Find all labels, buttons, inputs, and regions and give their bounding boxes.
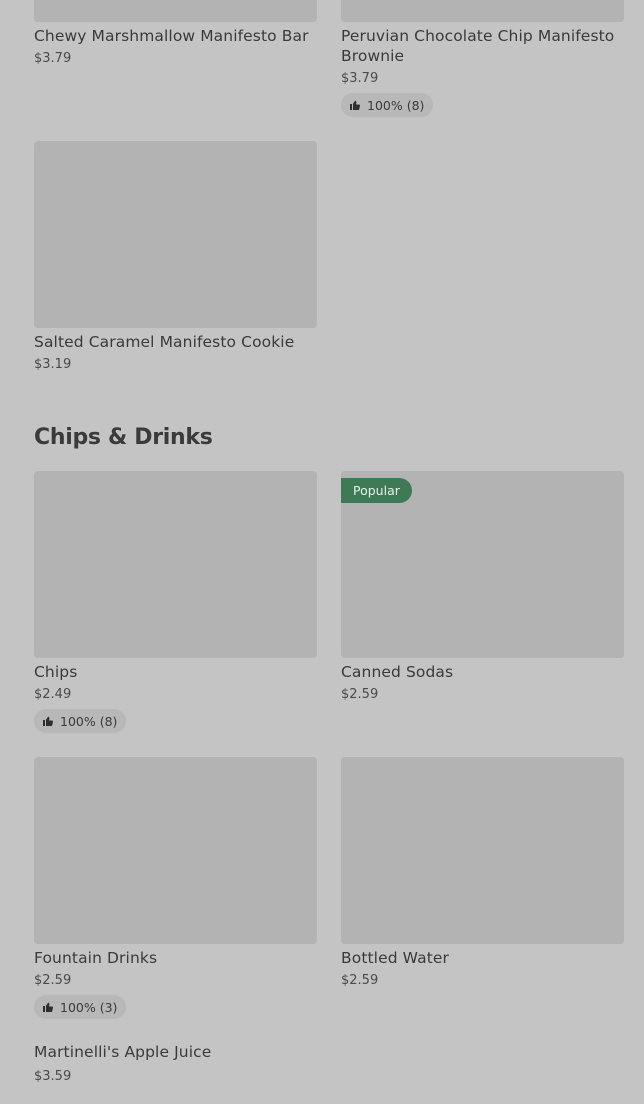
item-name-chewy-marshmallow[interactable]: Chewy Marshmallow Manifesto Bar	[34, 26, 324, 46]
item-name-chips[interactable]: Chips	[34, 662, 324, 682]
item-image-peruvian-brownie[interactable]	[341, 0, 624, 22]
rating-text: 100% (3)	[60, 999, 118, 1015]
item-price-salted-caramel: $3.19	[34, 357, 72, 372]
item-price-peruvian-brownie: $3.79	[341, 71, 379, 86]
thumbs-up-icon	[43, 716, 53, 726]
popular-badge: Popular	[341, 478, 412, 503]
item-image-fountain-drinks[interactable]	[34, 757, 317, 944]
item-image-salted-caramel[interactable]	[34, 141, 317, 328]
item-price-chips: $2.49	[34, 687, 72, 702]
rating-badge: 100% (8)	[341, 93, 434, 117]
item-image-bottled-water[interactable]	[341, 757, 624, 944]
item-price-martinellis: $3.59	[34, 1069, 72, 1084]
item-name-peruvian-brownie[interactable]: Peruvian Chocolate Chip Manifesto Browni…	[341, 26, 631, 66]
rating-badge: 100% (8)	[34, 709, 127, 733]
thumbs-up-icon	[350, 100, 360, 110]
item-name-canned-sodas[interactable]: Canned Sodas	[341, 662, 631, 682]
thumbs-up-icon	[43, 1002, 53, 1012]
item-name-martinellis[interactable]: Martinelli's Apple Juice	[34, 1042, 324, 1062]
item-name-fountain-drinks[interactable]: Fountain Drinks	[34, 948, 324, 968]
menu-page: Chewy Marshmallow Manifesto Bar $3.79 Pe…	[0, 0, 644, 1104]
item-price-fountain-drinks: $2.59	[34, 973, 72, 988]
item-price-bottled-water: $2.59	[341, 973, 379, 988]
item-image-chips[interactable]	[34, 471, 317, 658]
item-price-canned-sodas: $2.59	[341, 687, 379, 702]
rating-text: 100% (8)	[367, 97, 425, 113]
item-name-salted-caramel[interactable]: Salted Caramel Manifesto Cookie	[34, 332, 324, 352]
section-title: Chips & Drinks	[34, 425, 213, 450]
rating-badge: 100% (3)	[34, 995, 127, 1019]
item-name-bottled-water[interactable]: Bottled Water	[341, 948, 631, 968]
rating-text: 100% (8)	[60, 713, 118, 729]
item-price-chewy-marshmallow: $3.79	[34, 51, 72, 66]
item-image-chewy-marshmallow[interactable]	[34, 0, 317, 22]
